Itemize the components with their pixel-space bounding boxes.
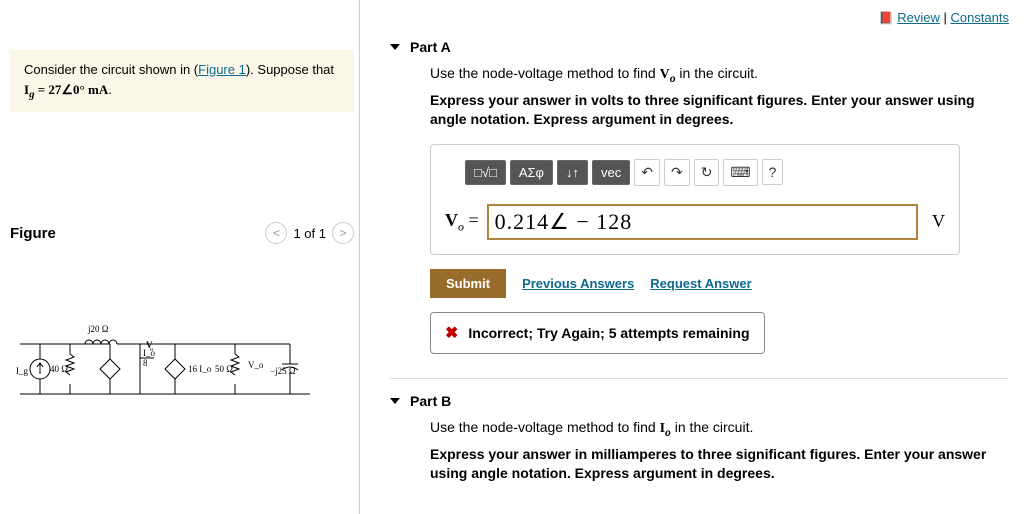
undo-button[interactable]: ↶ — [634, 159, 660, 186]
part-b-title: Part B — [410, 393, 451, 409]
figure-pager: < 1 of 1 > — [265, 222, 354, 244]
part-b-prompt: Use the node-voltage method to find Io i… — [430, 419, 1009, 439]
svg-text:16 I_o: 16 I_o — [188, 364, 212, 374]
answer-unit: V — [932, 211, 945, 232]
figure-pager-text: 1 of 1 — [293, 226, 326, 241]
figure-link[interactable]: Figure 1 — [198, 62, 246, 77]
review-link[interactable]: Review — [897, 10, 940, 25]
caret-down-icon — [390, 44, 400, 50]
figure-next-button[interactable]: > — [332, 222, 354, 244]
svg-text:o: o — [150, 347, 153, 353]
x-icon: ✖ — [445, 323, 458, 343]
submit-row: Submit Previous Answers Request Answer — [430, 269, 1009, 298]
part-b-instructions: Express your answer in milliamperes to t… — [430, 445, 1009, 484]
equation-row: Vo = V — [445, 204, 945, 240]
problem-text-prefix: Consider the circuit shown in ( — [24, 62, 198, 77]
part-b-header[interactable]: Part B — [390, 393, 1009, 409]
figure-header: Figure < 1 of 1 > — [10, 222, 354, 244]
template-button[interactable]: □√□ — [465, 160, 506, 185]
problem-equation-rest: = 27∠0° mA — [34, 82, 108, 97]
previous-answers-link[interactable]: Previous Answers — [522, 276, 634, 291]
circuit-diagram: I_g j20 Ω 40 Ω I_o 8 16 I_o 50 Ω V_o −j2… — [10, 314, 320, 414]
svg-text:8: 8 — [143, 358, 148, 368]
equation-variable: Vo = — [445, 210, 479, 235]
answer-box: □√□ ΑΣφ ↓↑ vec ↶ ↷ ↻ ⌨ ? Vo = V — [430, 144, 960, 255]
constants-link[interactable]: Constants — [950, 10, 1009, 25]
submit-button[interactable]: Submit — [430, 269, 506, 298]
part-a-header[interactable]: Part A — [390, 39, 1009, 55]
svg-text:40 Ω: 40 Ω — [50, 364, 68, 374]
subscript-button[interactable]: ↓↑ — [557, 160, 588, 185]
symbols-button[interactable]: ΑΣφ — [510, 160, 553, 185]
help-button[interactable]: ? — [762, 159, 784, 185]
part-a-prompt: Use the node-voltage method to find Vo i… — [430, 65, 1009, 85]
caret-down-icon — [390, 398, 400, 404]
redo-button[interactable]: ↷ — [664, 159, 690, 186]
equation-toolbar: □√□ ΑΣφ ↓↑ vec ↶ ↷ ↻ ⌨ ? — [465, 159, 945, 186]
left-panel: Consider the circuit shown in (Figure 1)… — [0, 0, 360, 514]
feedback-box: ✖ Incorrect; Try Again; 5 attempts remai… — [430, 312, 765, 354]
answer-input[interactable] — [487, 204, 918, 240]
reset-button[interactable]: ↻ — [694, 159, 720, 186]
keyboard-button[interactable]: ⌨ — [723, 159, 757, 186]
figure-label: Figure — [10, 225, 56, 242]
problem-text-suffix: ). Suppose that — [246, 62, 334, 77]
book-icon — [878, 10, 894, 20]
svg-text:−j25 Ω: −j25 Ω — [270, 366, 296, 376]
figure-prev-button[interactable]: < — [265, 222, 287, 244]
svg-text:V_o: V_o — [248, 360, 264, 370]
problem-statement: Consider the circuit shown in (Figure 1)… — [10, 50, 354, 112]
request-answer-link[interactable]: Request Answer — [650, 276, 751, 291]
svg-text:I_g: I_g — [16, 366, 28, 376]
divider — [390, 378, 1009, 379]
right-panel: Review | Constants Part A Use the node-v… — [360, 0, 1024, 514]
feedback-text: Incorrect; Try Again; 5 attempts remaini… — [468, 325, 749, 341]
part-a-title: Part A — [410, 39, 451, 55]
vector-button[interactable]: vec — [592, 160, 630, 185]
part-a-instructions: Express your answer in volts to three si… — [430, 91, 1009, 130]
svg-text:j20 Ω: j20 Ω — [87, 324, 109, 334]
topbar: Review | Constants — [390, 10, 1009, 25]
svg-text:50 Ω: 50 Ω — [215, 364, 233, 374]
